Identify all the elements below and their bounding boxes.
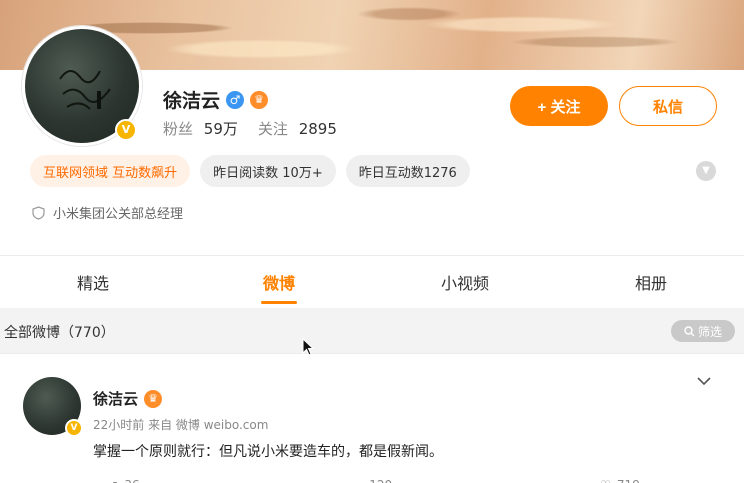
mouse-cursor-icon (302, 338, 314, 356)
repost-count: 36 (124, 478, 139, 483)
tag-reads[interactable]: 昨日阅读数 10万+ (200, 155, 336, 187)
fans-label: 粉丝 (163, 120, 194, 138)
crown-icon[interactable]: ♛ (144, 389, 163, 408)
post-avatar[interactable]: V (23, 377, 83, 437)
repost-icon: ↗ (108, 478, 118, 483)
following-label: 关注 (257, 120, 288, 138)
like-action[interactable]: ♡ 719 (496, 478, 744, 483)
search-icon (684, 325, 695, 336)
post-author[interactable]: 徐洁云 (93, 388, 138, 409)
post-actions: ↗ 36 ▭ 120 ♡ 719 (0, 478, 744, 483)
verification-row: 小米集团公关部总经理 (32, 203, 183, 222)
tab-featured[interactable]: 精选 (0, 256, 186, 308)
post-author-row: 徐洁云 ♛ (93, 388, 163, 409)
following-value: 2895 (298, 120, 337, 138)
feed-header: 全部微博（770） 筛选 (0, 308, 744, 353)
following-stat[interactable]: 关注 2895 (258, 118, 337, 139)
tag-hot[interactable]: 互联网领域 互动数飙升 (30, 155, 191, 187)
name-row: 徐洁云 ♂ ♛ (163, 86, 269, 113)
repost-action[interactable]: ↗ 36 (0, 478, 248, 483)
verification-text: 小米集团公关部总经理 (53, 207, 184, 222)
comment-icon: ▭ (352, 478, 363, 483)
feed-title: 全部微博（770） (4, 325, 115, 341)
message-button[interactable]: 私信 (619, 86, 717, 126)
verified-badge-icon: V (115, 119, 137, 141)
tab-weibo[interactable]: 微博 (186, 256, 372, 308)
comment-count: 120 (369, 478, 392, 483)
male-icon: ♂ (226, 90, 245, 109)
stats-row: 粉丝 59万 关注 2895 (163, 118, 337, 139)
crown-icon[interactable]: ♛ (250, 90, 269, 109)
profile-tabs: 精选 微博 小视频 相册 (0, 256, 744, 308)
verified-badge-icon: V (65, 419, 83, 437)
avatar-scribble (59, 70, 111, 110)
tab-short-video[interactable]: 小视频 (372, 256, 558, 308)
tab-album[interactable]: 相册 (558, 256, 744, 308)
fans-value: 59万 (203, 120, 238, 138)
fans-stat[interactable]: 粉丝 59万 (163, 118, 238, 139)
tag-list: 互联网领域 互动数飙升 昨日阅读数 10万+ 昨日互动数1276 (30, 155, 470, 187)
follow-button[interactable]: + 关注 (510, 86, 608, 126)
filter-label: 筛选 (697, 324, 722, 339)
shield-icon (32, 205, 45, 220)
expand-chevron-icon[interactable]: ▼ (696, 161, 716, 181)
comment-action[interactable]: ▭ 120 (248, 478, 496, 483)
profile-avatar[interactable]: V (22, 26, 142, 146)
chevron-down-icon[interactable] (697, 376, 711, 386)
post-meta: 22小时前 来自 微博 weibo.com (93, 418, 269, 432)
profile-name: 徐洁云 (163, 90, 221, 112)
post-card: V 徐洁云 ♛ 22小时前 来自 微博 weibo.com 掌握一个原则就行：但… (0, 353, 744, 483)
tag-interactions[interactable]: 昨日互动数1276 (345, 155, 470, 187)
filter-button[interactable]: 筛选 (671, 320, 735, 342)
like-icon: ♡ (600, 478, 611, 483)
post-text: 掌握一个原则就行：但凡说小米要造车的，都是假新闻。 (93, 444, 443, 460)
like-count: 719 (617, 478, 640, 483)
